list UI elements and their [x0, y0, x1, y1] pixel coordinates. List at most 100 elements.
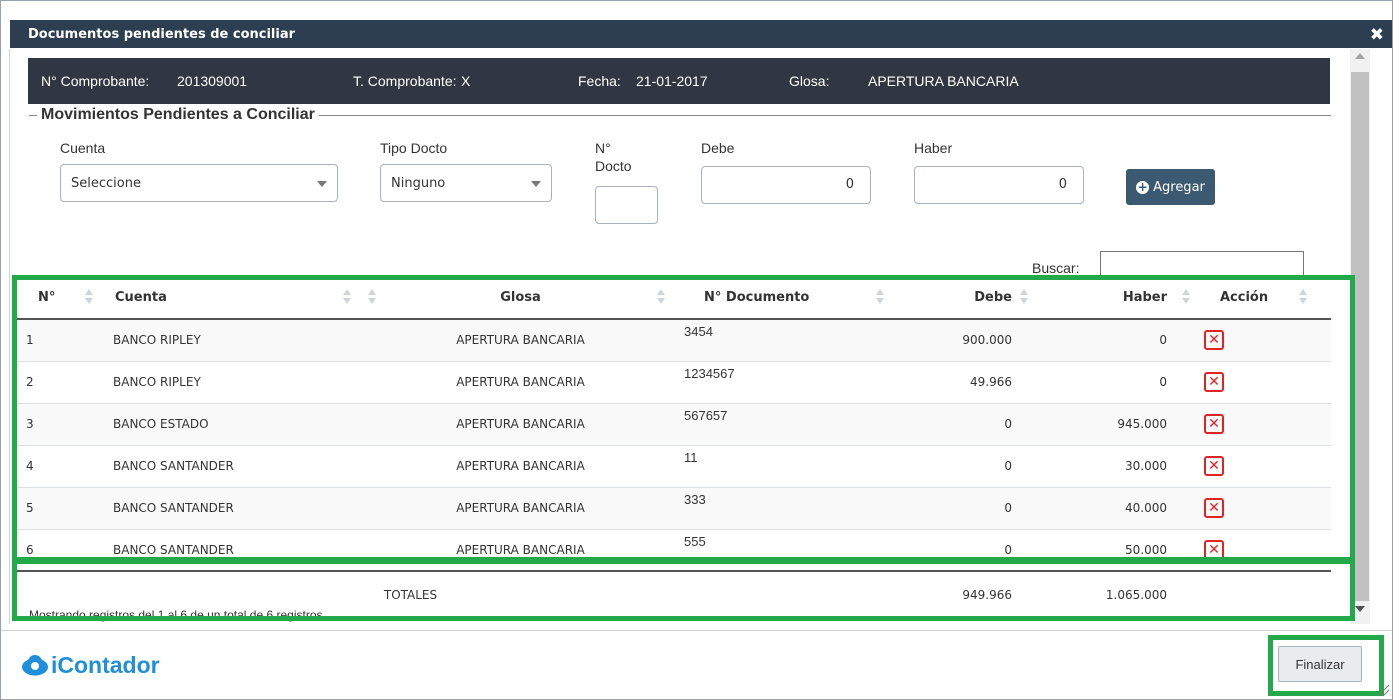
sort-icon [368, 289, 376, 306]
delete-row-icon[interactable]: ✕ [1204, 456, 1224, 476]
tipo-docto-label: Tipo Docto [380, 140, 448, 156]
tipo-comprobante-value: X [461, 73, 471, 89]
sort-icon [876, 289, 884, 306]
comprobante-label: N° Comprobante: [41, 73, 150, 89]
cuenta-select[interactable]: Seleccione [60, 164, 338, 202]
delete-row-icon[interactable]: ✕ [1204, 414, 1224, 434]
row-documento: 3454 [662, 318, 887, 361]
row-glosa: APERTURA BANCARIA [379, 402, 662, 445]
dialog-content: N° Comprobante: 201309001 T. Comprobante… [11, 49, 1348, 624]
row-number: 5 [14, 486, 99, 529]
row-glosa: APERTURA BANCARIA [379, 528, 662, 571]
table-row: 1 BANCO RIPLEY APERTURA BANCARIA 3454 90… [14, 318, 1331, 361]
row-number: 4 [14, 444, 99, 487]
ndocto-label-line2: Docto [595, 158, 632, 174]
row-documento: 555 [662, 528, 887, 571]
glosa-value: APERTURA BANCARIA [868, 73, 1019, 89]
row-documento: 333 [662, 486, 887, 529]
fecha-value: 21-01-2017 [636, 73, 708, 89]
row-cuenta: BANCO SANTANDER [99, 528, 379, 571]
table-row: 5 BANCO SANTANDER APERTURA BANCARIA 333 … [14, 486, 1331, 529]
pending-documents-dialog: Documentos pendientes de conciliar ✖ N° … [0, 0, 1393, 700]
tipo-docto-select-value: Ninguno [391, 175, 446, 191]
delete-row-icon[interactable]: ✕ [1204, 330, 1224, 351]
row-number: 1 [14, 318, 99, 361]
column-header-cuenta[interactable]: Cuenta [99, 277, 379, 320]
row-haber: 0 [1042, 360, 1197, 403]
tipo-docto-select[interactable]: Ninguno [380, 164, 552, 202]
dialog-left-border [9, 49, 10, 624]
movements-table: N° Cuenta Glosa N° Documento Debe Haber … [14, 277, 1331, 617]
row-debe: 0 [887, 486, 1042, 529]
add-movement-button[interactable]: + Agregar [1126, 169, 1215, 205]
logo-text: iContador [51, 651, 160, 678]
scroll-down-arrow-icon[interactable] [1355, 606, 1365, 612]
chevron-down-icon [531, 181, 541, 187]
row-documento: 567657 [662, 402, 887, 445]
debe-label: Debe [701, 140, 735, 156]
sort-icon [1299, 289, 1307, 306]
row-haber: 0 [1042, 318, 1197, 361]
row-debe: 0 [887, 444, 1042, 487]
tipo-comprobante-label: T. Comprobante: [353, 73, 457, 89]
search-input[interactable] [1100, 251, 1304, 276]
totals-debe: 949.966 [887, 570, 1042, 617]
search-label: Buscar: [1032, 260, 1080, 276]
comprobante-value: 201309001 [177, 73, 248, 89]
cuenta-select-value: Seleccione [71, 175, 141, 191]
dialog-title-bar: Documentos pendientes de conciliar ✖ [10, 20, 1392, 48]
column-header-debe[interactable]: Debe [887, 277, 1042, 320]
scroll-up-arrow-icon[interactable] [1355, 53, 1365, 59]
row-number: 6 [14, 528, 99, 571]
sort-icon [1020, 289, 1028, 306]
add-movement-label: Agregar [1153, 179, 1205, 195]
delete-row-icon[interactable]: ✕ [1204, 372, 1224, 392]
row-documento: 1234567 [662, 360, 887, 403]
sort-icon [1182, 289, 1190, 306]
fecha-label: Fecha: [578, 73, 621, 89]
row-documento: 11 [662, 444, 887, 487]
row-number: 3 [14, 402, 99, 445]
totals-haber: 1.065.000 [1042, 570, 1197, 617]
row-haber: 945.000 [1042, 402, 1197, 445]
ndocto-input[interactable] [595, 186, 658, 224]
row-haber: 50.000 [1042, 528, 1197, 571]
table-row: 2 BANCO RIPLEY APERTURA BANCARIA 1234567… [14, 360, 1331, 403]
row-debe: 0 [887, 528, 1042, 571]
haber-input[interactable]: 0 [914, 166, 1084, 204]
column-header-n[interactable]: N° [14, 277, 99, 320]
table-row: 6 BANCO SANTANDER APERTURA BANCARIA 555 … [14, 528, 1331, 571]
footer-divider [1, 630, 1392, 631]
row-debe: 0 [887, 402, 1042, 445]
column-header-haber[interactable]: Haber [1042, 277, 1197, 320]
finalizar-button[interactable]: Finalizar [1278, 646, 1362, 682]
delete-row-icon[interactable]: ✕ [1204, 498, 1224, 518]
sort-icon [343, 289, 351, 306]
dialog-title: Documentos pendientes de conciliar [28, 26, 296, 42]
glosa-label: Glosa: [789, 73, 830, 89]
chevron-down-icon [317, 181, 327, 187]
column-header-accion[interactable]: Acción [1197, 277, 1331, 320]
row-glosa: APERTURA BANCARIA [379, 318, 662, 361]
table-info-text: Mostrando registros del 1 al 6 de un tot… [29, 608, 323, 622]
finalizar-label: Finalizar [1295, 656, 1345, 672]
delete-row-icon[interactable]: ✕ [1204, 539, 1224, 560]
column-header-glosa[interactable]: Glosa [379, 277, 665, 320]
row-number: 2 [14, 360, 99, 403]
row-cuenta: BANCO RIPLEY [99, 360, 379, 403]
row-haber: 30.000 [1042, 444, 1197, 487]
table-header-row: N° Cuenta Glosa N° Documento Debe Haber … [14, 277, 1331, 320]
debe-input[interactable]: 0 [701, 166, 871, 204]
close-icon[interactable]: ✖ [1370, 25, 1384, 45]
row-haber: 40.000 [1042, 486, 1197, 529]
row-glosa: APERTURA BANCARIA [379, 360, 662, 403]
column-header-documento[interactable]: N° Documento [662, 277, 887, 320]
scrollbar-thumb[interactable] [1351, 72, 1369, 601]
resize-grip-icon[interactable] [1376, 683, 1390, 697]
plus-circle-icon: + [1136, 179, 1150, 194]
icontador-logo: iContador [21, 648, 160, 682]
pending-movements-legend: Movimientos Pendientes a Conciliar [41, 106, 315, 123]
row-cuenta: BANCO SANTANDER [99, 444, 379, 487]
cloud-logo-icon [22, 655, 48, 676]
sort-icon [85, 289, 93, 306]
